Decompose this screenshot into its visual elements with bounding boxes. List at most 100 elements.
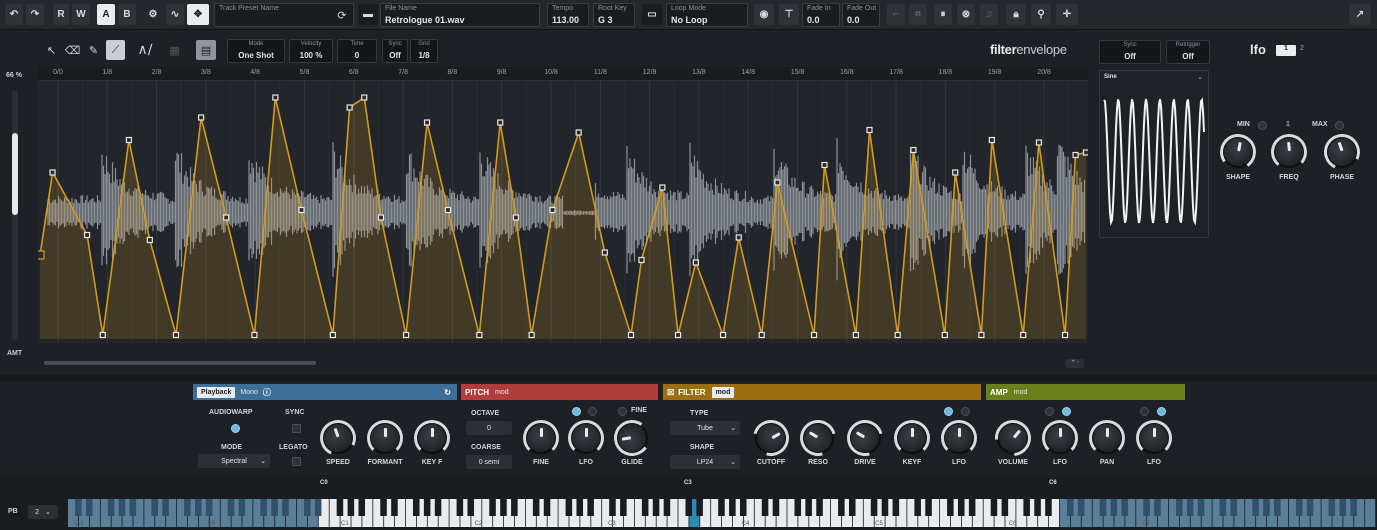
black-key[interactable] bbox=[1099, 499, 1107, 516]
black-key[interactable] bbox=[1263, 499, 1270, 516]
read-automation-button[interactable]: R bbox=[53, 4, 69, 25]
envelope-node[interactable] bbox=[810, 331, 818, 339]
black-key[interactable] bbox=[696, 499, 703, 516]
tempo-field[interactable]: Tempo 113.00 bbox=[547, 3, 589, 27]
black-key[interactable] bbox=[1339, 499, 1347, 516]
compare-b-button[interactable]: B bbox=[118, 4, 136, 25]
black-key[interactable] bbox=[663, 499, 671, 516]
black-key[interactable] bbox=[1175, 499, 1183, 516]
black-key[interactable] bbox=[1274, 499, 1281, 516]
pan-lfo1-toggle[interactable] bbox=[1140, 407, 1149, 416]
amp-lfo2-toggle[interactable] bbox=[1062, 407, 1071, 416]
redo-icon[interactable]: ↷ bbox=[26, 4, 44, 25]
normalize-icon[interactable]: ⌗ bbox=[909, 4, 927, 25]
envelope-node[interactable] bbox=[1035, 139, 1043, 146]
draw-tool-icon[interactable]: ✎ bbox=[84, 40, 103, 60]
white-key[interactable] bbox=[1365, 499, 1376, 527]
fine-toggle[interactable] bbox=[618, 407, 627, 416]
black-key[interactable] bbox=[314, 499, 322, 516]
black-key[interactable] bbox=[925, 499, 932, 516]
black-key[interactable] bbox=[1306, 499, 1314, 516]
black-key[interactable] bbox=[423, 499, 431, 516]
black-key[interactable] bbox=[718, 499, 725, 516]
lfo-freq-knob[interactable] bbox=[1271, 134, 1307, 170]
black-key[interactable] bbox=[620, 499, 627, 516]
zoom-control[interactable]: + - bbox=[1066, 359, 1084, 368]
black-key[interactable] bbox=[816, 499, 823, 516]
black-key[interactable] bbox=[1230, 499, 1238, 516]
black-key[interactable] bbox=[162, 499, 169, 516]
black-key[interactable] bbox=[947, 499, 954, 516]
envelope-node[interactable] bbox=[172, 331, 180, 339]
horizontal-scrollbar[interactable] bbox=[44, 361, 316, 365]
black-key[interactable] bbox=[511, 499, 518, 516]
black-key[interactable] bbox=[412, 499, 420, 516]
mode-field[interactable]: Mode One Shot bbox=[227, 39, 285, 63]
folder-icon[interactable]: ▬ bbox=[358, 4, 378, 25]
black-key[interactable] bbox=[870, 499, 878, 516]
keyf-knob[interactable] bbox=[894, 420, 930, 456]
black-key[interactable] bbox=[1252, 499, 1259, 516]
black-key[interactable] bbox=[1295, 499, 1303, 516]
grid-field[interactable]: Grid 1/8 bbox=[410, 39, 438, 63]
envelope-node[interactable] bbox=[1020, 331, 1027, 339]
filter-lfo-knob[interactable] bbox=[941, 420, 977, 456]
lfo-min-radio[interactable] bbox=[1258, 121, 1267, 130]
envelope-node[interactable] bbox=[866, 126, 873, 134]
envelope-node[interactable] bbox=[659, 184, 666, 191]
envelope-node[interactable] bbox=[83, 231, 91, 239]
pitch-header[interactable]: PITCH mod bbox=[461, 384, 658, 400]
black-key[interactable] bbox=[1066, 499, 1074, 516]
select-tool-icon[interactable]: ↖ bbox=[42, 40, 61, 60]
black-key[interactable] bbox=[456, 499, 464, 516]
fade-in-field[interactable]: Fade In 0.0 bbox=[802, 3, 840, 27]
black-key[interactable] bbox=[576, 499, 584, 516]
reverse-icon[interactable]: ⏸ bbox=[934, 4, 952, 25]
fade-icon[interactable]: ⊤ bbox=[779, 4, 799, 25]
envelope-node[interactable] bbox=[125, 136, 133, 144]
filter-mod-label[interactable]: mod bbox=[711, 386, 735, 398]
loop-mode-field[interactable]: Loop Mode No Loop bbox=[666, 3, 748, 27]
snap-icon[interactable]: ▦ bbox=[165, 40, 184, 60]
envelope-node[interactable] bbox=[1061, 331, 1069, 339]
black-key[interactable] bbox=[238, 499, 246, 516]
black-key[interactable] bbox=[1197, 499, 1205, 516]
black-key[interactable] bbox=[609, 499, 616, 516]
black-key[interactable] bbox=[1121, 499, 1129, 516]
envelope-node[interactable] bbox=[403, 331, 410, 339]
amount-slider-handle[interactable] bbox=[12, 133, 18, 215]
black-key[interactable] bbox=[391, 499, 398, 516]
curve-icon[interactable]: ∿ bbox=[166, 4, 184, 25]
black-key[interactable] bbox=[848, 499, 856, 516]
envelope-node[interactable] bbox=[821, 161, 828, 169]
lfo-1-tab[interactable]: 1 bbox=[1276, 45, 1296, 56]
envelope-node[interactable] bbox=[444, 206, 452, 214]
black-key[interactable] bbox=[565, 499, 573, 516]
track-preset-field[interactable]: Track Preset Name ⟳ bbox=[214, 3, 354, 27]
black-key[interactable] bbox=[1001, 499, 1009, 516]
black-key[interactable] bbox=[739, 499, 747, 516]
envelope-node[interactable] bbox=[99, 331, 106, 339]
black-key[interactable] bbox=[641, 499, 649, 516]
lfo-waveform-select[interactable]: Sine bbox=[1104, 74, 1117, 80]
black-key[interactable] bbox=[652, 499, 660, 516]
fine-knob[interactable] bbox=[523, 420, 559, 456]
info-icon[interactable]: ⓘ bbox=[263, 387, 271, 398]
range-high-marker[interactable]: C6 bbox=[1049, 480, 1057, 486]
envelope-node[interactable] bbox=[49, 169, 56, 176]
envelope-node[interactable] bbox=[512, 214, 520, 221]
chevron-down-icon[interactable]: ⌄ bbox=[1197, 73, 1203, 81]
envelope-node[interactable] bbox=[272, 94, 279, 101]
amp-lfo-knob[interactable] bbox=[1042, 420, 1078, 456]
playback-sync-checkbox[interactable] bbox=[292, 424, 301, 433]
page-icon[interactable]: ▤ bbox=[196, 40, 216, 60]
piano-keys-svg[interactable]: C-1 C0 C1 C2 C3 C4 C5 C6 C7 bbox=[68, 499, 1377, 527]
black-key[interactable] bbox=[1219, 499, 1227, 516]
envelope-node[interactable] bbox=[978, 331, 985, 339]
black-key[interactable] bbox=[968, 499, 976, 516]
black-key[interactable] bbox=[194, 499, 202, 516]
pan-lfo2-toggle[interactable] bbox=[1157, 407, 1166, 416]
black-key[interactable] bbox=[794, 499, 802, 516]
settings-icon[interactable]: ⚙ bbox=[146, 4, 160, 25]
black-key[interactable] bbox=[271, 499, 278, 516]
